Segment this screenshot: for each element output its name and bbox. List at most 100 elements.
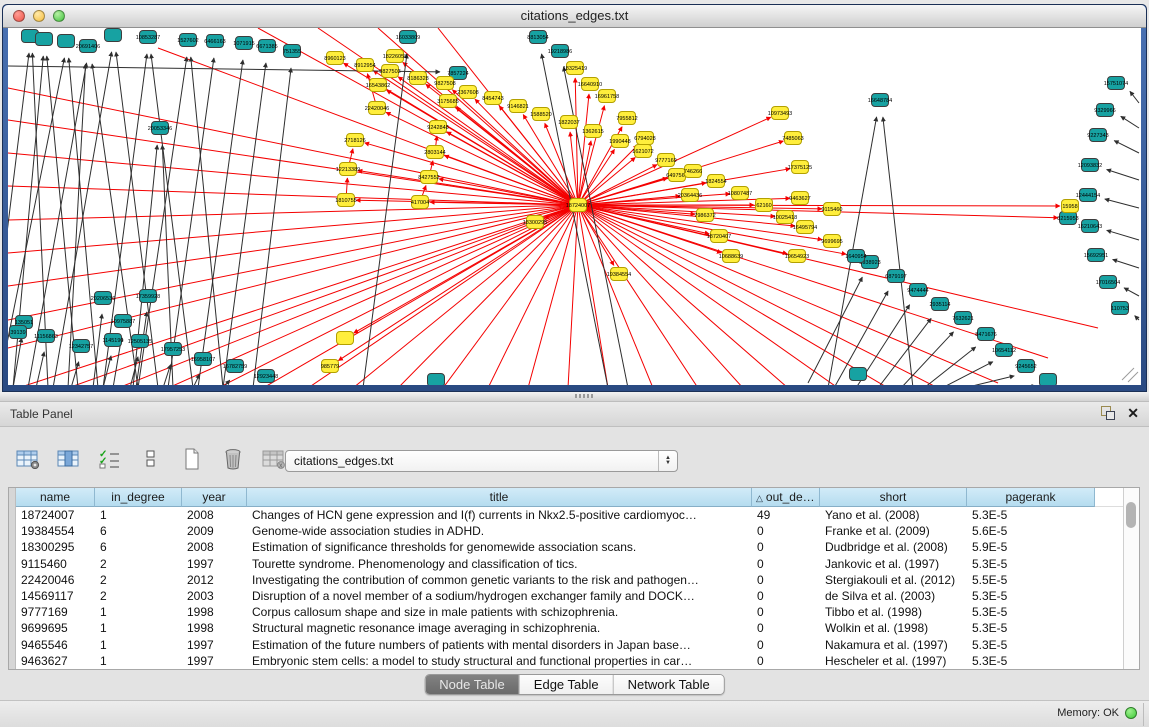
column-header-title[interactable]: title [247, 488, 752, 507]
network-node[interactable]: 9474444 [907, 284, 928, 297]
network-node[interactable]: 8186328 [407, 72, 428, 85]
network-node[interactable]: 16543862 [366, 79, 390, 92]
network-node[interactable]: 6466163 [204, 35, 225, 48]
network-node[interactable]: 17375125 [788, 161, 812, 174]
network-node[interactable]: 19218986 [548, 45, 572, 58]
network-node[interactable] [850, 368, 867, 381]
network-node[interactable]: 20053346 [148, 122, 172, 135]
network-node[interactable]: 62160 [756, 199, 773, 212]
network-node[interactable]: 6794028 [634, 132, 655, 145]
network-node[interactable]: 16640910 [578, 78, 602, 91]
table-settings-icon[interactable] [14, 445, 42, 473]
network-node[interactable]: 7986372 [694, 209, 715, 222]
network-node[interactable]: 16210643 [1078, 220, 1102, 233]
network-node[interactable]: 12093832 [1078, 159, 1102, 172]
network-node[interactable]: 18720407 [707, 230, 731, 243]
network-node[interactable]: 15958 [1062, 200, 1079, 213]
network-node[interactable]: 9242848 [427, 121, 448, 134]
network-node[interactable]: 12213389 [336, 163, 360, 176]
split-divider[interactable] [0, 392, 1149, 402]
network-node[interactable]: 3175685 [437, 95, 458, 108]
network-node[interactable]: 9115460 [821, 203, 842, 216]
network-node[interactable] [58, 35, 75, 48]
network-node[interactable]: 8471676 [975, 328, 996, 341]
network-node[interactable]: 6879197 [885, 270, 906, 283]
table-select[interactable]: citations_edges.txt ▲▼ [285, 450, 678, 472]
network-node[interactable]: 2718126 [344, 134, 365, 147]
network-node[interactable]: 19654923 [785, 250, 809, 263]
network-node[interactable]: 16033809 [396, 31, 420, 44]
network-node[interactable]: 16648784 [868, 94, 892, 107]
network-node[interactable]: 18724007 [566, 199, 590, 212]
network-node[interactable]: 8454743 [482, 92, 503, 105]
table-row[interactable]: 946362711997Embryonic stem cells: a mode… [16, 653, 1123, 669]
network-node[interactable]: 10025418 [773, 211, 797, 224]
column-header-pagerank[interactable]: pagerank [967, 488, 1095, 507]
network-node[interactable]: 8912954 [354, 59, 375, 72]
column-header-short[interactable]: short [820, 488, 967, 507]
network-node[interactable]: 16961758 [595, 90, 619, 103]
network-node[interactable]: 17957253 [161, 343, 185, 356]
network-node[interactable]: 9827508 [434, 77, 455, 90]
network-node[interactable]: 10975887 [111, 315, 135, 328]
network-node[interactable]: 8215953 [1057, 212, 1078, 225]
network-node[interactable] [36, 33, 53, 46]
network-node[interactable]: 12342757 [69, 340, 93, 353]
new-table-icon[interactable] [178, 445, 206, 473]
table-row[interactable]: 1456911722003Disruption of a novel membe… [16, 588, 1123, 604]
table-row[interactable]: 911546021997Tourette syndrome. Phenomeno… [16, 556, 1123, 572]
network-node[interactable]: 16782759 [223, 360, 247, 373]
network-node[interactable]: 20691406 [76, 40, 100, 53]
network-node[interactable]: 10853287 [136, 31, 160, 44]
column-header-name[interactable]: name [16, 488, 95, 507]
network-node[interactable]: 18325419 [563, 62, 587, 75]
network-node[interactable]: 8960123 [324, 52, 345, 65]
network-node[interactable]: 1822037 [558, 116, 579, 129]
table-row[interactable]: 2242004622012Investigating the contribut… [16, 572, 1123, 588]
delete-columns-icon[interactable] [219, 445, 247, 473]
network-node[interactable]: 18226058 [383, 50, 407, 63]
network-window-titlebar[interactable]: citations_edges.txt [3, 5, 1146, 28]
network-canvas[interactable]: 2069140610853287152760264661631071915667… [8, 28, 1141, 385]
network-node[interactable]: 9699695 [821, 235, 842, 248]
network-node[interactable]: 10688639 [719, 250, 743, 263]
network-node[interactable]: 110753 [1111, 302, 1129, 315]
network-node[interactable]: 9463627 [789, 192, 810, 205]
network-node[interactable]: 20206536 [91, 292, 115, 305]
tab-network-table[interactable]: Network Table [614, 675, 724, 694]
network-node[interactable]: 39139 [10, 326, 27, 339]
network-node[interactable]: 985779 [321, 360, 339, 373]
network-node[interactable]: 9146821 [507, 100, 528, 113]
column-header-outde[interactable]: △out_de… [752, 488, 820, 507]
network-node[interactable]: 2803144 [424, 146, 445, 159]
network-node[interactable]: 18300295 [523, 216, 547, 229]
network-node[interactable]: 751355 [283, 45, 301, 58]
network-node[interactable]: 12444154 [1076, 189, 1100, 202]
network-node[interactable]: 9827503 [379, 65, 400, 78]
network-node[interactable]: 9777169 [655, 154, 676, 167]
scrollbar-thumb[interactable] [1126, 502, 1136, 528]
table-row[interactable]: 969969511998Structural magnetic resonanc… [16, 620, 1123, 636]
network-node[interactable]: 11156863 [34, 330, 58, 343]
column-header-year[interactable]: year [182, 488, 247, 507]
network-node[interactable]: 12923448 [254, 370, 278, 383]
table-scrollbar[interactable] [1123, 488, 1139, 669]
network-node[interactable]: 417004 [411, 196, 429, 209]
network-node[interactable]: 16495794 [793, 221, 817, 234]
network-node[interactable]: 2935114 [929, 298, 950, 311]
select-columns-icon[interactable]: ✓ ✓ [96, 445, 124, 473]
network-node[interactable]: 1824554 [705, 175, 726, 188]
network-node[interactable]: 1071915 [233, 37, 254, 50]
network-node[interactable]: 1810755 [335, 194, 356, 207]
network-node[interactable]: 7485063 [782, 132, 803, 145]
memory-indicator[interactable]: Memory: OK [1057, 707, 1137, 719]
network-node[interactable]: 9245652 [1015, 360, 1036, 373]
table-row[interactable]: 977716911998Corpus callosum shape and si… [16, 604, 1123, 620]
network-node[interactable]: 10973493 [768, 107, 792, 120]
network-node[interactable]: 1588520 [530, 108, 551, 121]
table-row[interactable]: 946554611997Estimation of the future num… [16, 637, 1123, 653]
network-node[interactable]: 1621072 [632, 145, 653, 158]
network-node[interactable]: 1527602 [177, 34, 198, 47]
network-node[interactable] [428, 374, 445, 386]
network-node[interactable]: 8813054 [527, 31, 548, 44]
